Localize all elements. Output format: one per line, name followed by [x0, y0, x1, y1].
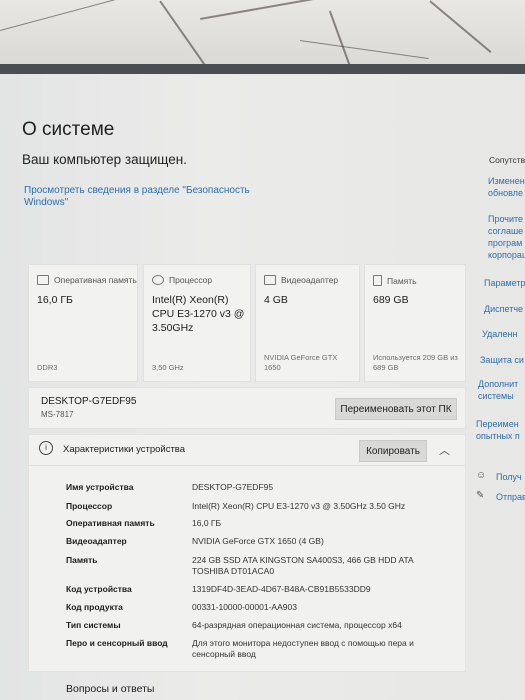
security-link[interactable]: Просмотреть сведения в разделе "Безопасн…	[24, 185, 264, 209]
background-marble	[0, 0, 525, 72]
feedback-link[interactable]: Отправ	[496, 492, 525, 502]
device-name: DESKTOP-G7EDF95	[41, 396, 137, 407]
card-sub: NVIDIA GeForce GTX 1650	[264, 353, 338, 372]
card-label: Процессор	[169, 275, 213, 285]
divider	[29, 465, 465, 466]
sidebar-link[interactable]: Прочите соглаше програм корпорац	[488, 213, 525, 261]
card-sub: DDR3	[37, 363, 58, 372]
storage-icon	[373, 275, 382, 286]
card-value: 16,0 ГБ	[37, 294, 73, 306]
feedback-icon: ✎	[476, 490, 485, 501]
rename-button[interactable]: Переименовать этот ПК	[335, 398, 457, 420]
copy-button[interactable]: Копировать	[359, 440, 427, 462]
faq-heading[interactable]: Вопросы и ответы	[66, 683, 154, 695]
spec-key: Оперативная память	[66, 518, 155, 528]
spec-value: 224 GB SSD ATA KINGSTON SA400S3, 466 GB …	[192, 555, 414, 576]
device-specs-panel: i Характеристики устройства Копировать ︿	[28, 434, 466, 672]
sidebar-link[interactable]: Переимен опытных п	[476, 418, 525, 442]
spec-value: NVIDIA GeForce GTX 1650 (4 GB)	[192, 536, 324, 546]
sidebar-link[interactable]: Параметр	[484, 277, 525, 289]
spec-value: 00331-10000-00001-AA903	[192, 602, 297, 612]
card-cpu: Процессор Intel(R) Xeon(R) CPU E3-1270 v…	[143, 264, 251, 382]
get-help-link[interactable]: Получ	[496, 472, 522, 482]
spec-value: Для этого монитора недоступен ввод с пом…	[192, 638, 414, 659]
protection-status: Ваш компьютер защищен.	[22, 152, 187, 167]
spec-key: Имя устройства	[66, 482, 134, 492]
spec-value: 64-разрядная операционная система, проце…	[192, 620, 402, 630]
spec-value: 1319DF4D-3EAD-4D67-B48A-CB91B5533DD9	[192, 584, 371, 594]
card-label: Память	[387, 275, 417, 286]
device-name-panel: DESKTOP-G7EDF95 MS-7817 Переименовать эт…	[28, 387, 466, 429]
info-icon: i	[39, 441, 53, 455]
spec-key: Процессор	[66, 501, 113, 511]
collapse-chevron-icon[interactable]: ︿	[439, 442, 450, 458]
card-value: 689 GB	[373, 294, 409, 306]
help-icon: ☺	[476, 470, 487, 481]
related-settings-heading: Сопутств	[489, 155, 525, 165]
card-sub: Используется 209 GB из 689 GB	[373, 353, 458, 372]
ram-icon	[37, 275, 49, 285]
spec-key: Перо и сенсорный ввод	[66, 638, 168, 648]
sidebar-link[interactable]: Диспетче	[484, 303, 525, 315]
spec-key: Код устройства	[66, 584, 132, 594]
spec-value: DESKTOP-G7EDF95	[192, 482, 274, 492]
sidebar-link[interactable]: Защита си	[480, 354, 525, 366]
spec-key: Видеоадаптер	[66, 536, 127, 546]
sidebar-link[interactable]: Дополнит системы	[478, 378, 525, 402]
spec-key: Код продукта	[66, 602, 123, 612]
specs-header: Характеристики устройства	[63, 444, 186, 455]
card-value: 4 GB	[264, 294, 288, 306]
sidebar-link[interactable]: Изменен обновле	[488, 175, 525, 199]
card-label: Оперативная память	[54, 275, 137, 285]
card-label: Видеоадаптер	[281, 275, 339, 285]
card-ram: Оперативная память 16,0 ГБ DDR3	[28, 264, 138, 382]
spec-key: Память	[66, 555, 98, 565]
device-model: MS-7817	[41, 410, 74, 419]
spec-value: 16,0 ГБ	[192, 518, 222, 528]
spec-key: Тип системы	[66, 620, 121, 630]
card-sub: 3,50 GHz	[152, 363, 184, 372]
card-gpu: Видеоадаптер 4 GB NVIDIA GeForce GTX 165…	[255, 264, 360, 382]
sidebar-link[interactable]: Удаленн	[482, 328, 525, 340]
card-storage: Память 689 GB Используется 209 GB из 689…	[364, 264, 466, 382]
gpu-icon	[264, 275, 276, 285]
spec-value: Intel(R) Xeon(R) CPU E3-1270 v3 @ 3.50GH…	[192, 501, 406, 511]
card-value: Intel(R) Xeon(R) CPU E3-1270 v3 @ 3.50GH…	[152, 294, 245, 334]
page-title: О системе	[22, 119, 115, 140]
cpu-icon	[152, 275, 164, 285]
